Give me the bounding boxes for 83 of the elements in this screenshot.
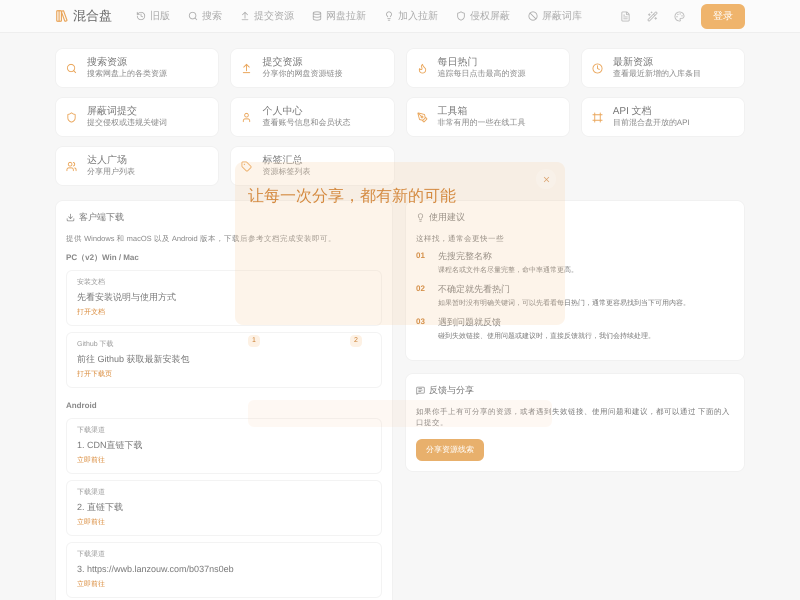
upload-icon <box>240 11 250 21</box>
nav-link[interactable]: 加入拉新 <box>384 8 438 24</box>
user-icon <box>241 112 252 122</box>
card-title: 1. CDN直链下载 <box>77 439 144 452</box>
promo-headline: 让每一次分享，都有新的可能 <box>248 188 456 206</box>
close-icon <box>542 174 550 184</box>
shortcut-card[interactable]: 达人广场 分享用户列表 <box>55 146 220 186</box>
shortcut-description: 搜索网盘上的各类资源 <box>87 69 167 80</box>
shortcut-title: 工具箱 <box>438 106 468 118</box>
shortcut-title: 搜索资源 <box>87 56 128 69</box>
pen-tool-icon <box>416 112 428 122</box>
shortcut-card[interactable]: 提交资源 分享你的网盘资源链接 <box>230 48 394 88</box>
shortcut-title: 个人中心 <box>262 106 304 118</box>
tag-icon <box>241 160 252 172</box>
tip-title: 不确定就先看热门 <box>438 282 511 296</box>
history-icon <box>136 11 146 21</box>
card-title: 2. 直链下载 <box>77 501 124 514</box>
tip-title: 先搜完整名称 <box>438 250 493 263</box>
shield-icon <box>456 11 466 21</box>
shortcut-title: 达人广场 <box>87 154 128 167</box>
shortcut-description: 追踪每日点击最高的资源 <box>438 69 526 80</box>
shortcut-title: 屏蔽词提交 <box>87 106 138 118</box>
shortcut-description: 目前混合盘开放的API <box>612 118 690 128</box>
shield-icon <box>66 112 77 122</box>
card-title: 3. https://wwb.lanzouw.com/b037ns0eb <box>77 563 235 576</box>
card-title: 先看安装说明与使用方式 <box>77 291 177 304</box>
upload-icon <box>241 62 252 74</box>
shortcut-description: 分享用户列表 <box>87 167 135 178</box>
shortcut-card[interactable]: 个人中心 查看账号信息和会员状态 <box>230 97 394 137</box>
shortcut-description: 非常有用的一些在线工具 <box>438 118 526 128</box>
panel-title: 客户端下载 <box>79 211 124 224</box>
lightbulb-icon <box>416 213 425 222</box>
shortcut-description: 资源标签列表 <box>262 167 310 178</box>
clock-icon <box>592 62 603 74</box>
step-number: 01 <box>416 250 426 262</box>
palette-icon[interactable] <box>674 10 685 22</box>
shortcut-card[interactable]: 标签汇总 资源标签列表 <box>230 146 394 186</box>
nav-link[interactable]: 提交资源 <box>240 8 294 24</box>
shortcut-card[interactable]: 屏蔽词提交 提交侵权或违规关键词 <box>55 97 220 137</box>
database-icon <box>312 11 322 21</box>
step-number: 02 <box>416 282 426 295</box>
nav-link[interactable]: 屏蔽词库 <box>528 8 582 24</box>
shortcut-title: 最新资源 <box>612 56 654 69</box>
document-icon[interactable] <box>620 10 631 22</box>
close-button[interactable] <box>536 169 556 189</box>
nav-link[interactable]: 侵权屏蔽 <box>456 8 510 24</box>
shortcut-description: 查看账号信息和会员状态 <box>262 118 350 128</box>
wand-icon[interactable] <box>647 10 658 22</box>
frame-icon <box>592 112 603 122</box>
nav-link[interactable]: 旧版 <box>136 8 170 24</box>
panel-title: 使用建议 <box>429 211 465 224</box>
shortcut-description: 查看最近新增的入库条目 <box>612 69 701 80</box>
lightbulb-icon <box>384 11 394 21</box>
shortcut-title: 标签汇总 <box>262 154 304 168</box>
panel-title: 反馈与分享 <box>429 384 474 397</box>
shortcut-title: API 文档 <box>612 106 653 118</box>
message-icon <box>416 386 425 396</box>
download-icon <box>66 213 75 222</box>
group-heading: PC（v2）Win / Mac <box>66 252 140 264</box>
shortcut-description: 提交侵权或违规关键词 <box>87 118 167 128</box>
shortcut-card[interactable]: 搜索资源 搜索网盘上的各类资源 <box>55 48 220 88</box>
shortcut-description: 分享你的网盘资源链接 <box>262 69 342 80</box>
shortcut-title: 每日热门 <box>438 56 478 69</box>
share-button[interactable]: 分享资源线索 <box>416 439 484 461</box>
search-icon <box>188 11 198 21</box>
shortcut-card[interactable]: 每日热门 追踪每日点击最高的资源 <box>406 48 570 88</box>
nav-link[interactable]: 搜索 <box>188 8 222 24</box>
search-icon <box>66 62 77 74</box>
shortcut-title: 提交资源 <box>262 56 304 69</box>
users-icon <box>66 160 77 172</box>
shortcut-card[interactable]: 最新资源 查看最近新增的入库条目 <box>580 48 745 88</box>
group-heading: Android <box>66 400 98 412</box>
login-button[interactable]: 登录 <box>701 4 745 28</box>
card-title: 前往 Github 获取最新安装包 <box>77 353 191 366</box>
logo-icon <box>55 9 69 23</box>
logo-text: 混合盘 <box>73 7 112 26</box>
shortcut-card[interactable]: API 文档 目前混合盘开放的API <box>580 97 745 137</box>
block-icon <box>528 11 538 21</box>
tip-title: 遇到问题就反馈 <box>438 316 502 329</box>
nav-link[interactable]: 网盘拉新 <box>312 8 366 24</box>
step-number: 03 <box>416 316 426 328</box>
shortcut-card[interactable]: 工具箱 非常有用的一些在线工具 <box>406 97 570 137</box>
flame-icon <box>416 62 428 74</box>
